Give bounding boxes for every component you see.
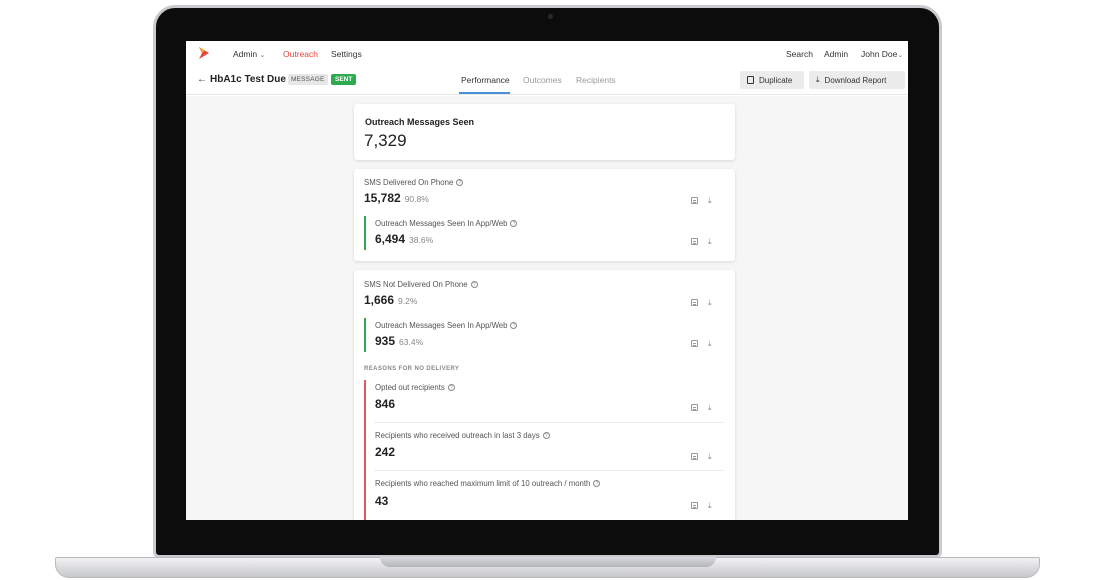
table-icon[interactable] <box>691 502 698 509</box>
delivered-seen-value-row: 6,494 38.6% <box>375 232 433 246</box>
top-navigation: Admin ⌄ Outreach Settings Search Admin J… <box>186 41 908 66</box>
green-bar <box>364 216 366 250</box>
reason-label: Opted out recipients <box>375 383 445 392</box>
delivered-value: 15,782 <box>364 191 401 205</box>
delivered-label: SMS Delivered On Phone <box>364 178 454 187</box>
camera <box>548 14 553 19</box>
active-tab-indicator <box>459 92 510 94</box>
reason-label: Recipients who received outreach in last… <box>375 431 540 440</box>
reason-value: 43 <box>375 494 389 508</box>
delivered-seen-actions: ⤓ <box>691 238 712 246</box>
download-icon[interactable]: ⤓ <box>708 299 712 307</box>
download-report-button[interactable]: ⤓ Download Report <box>809 71 905 89</box>
not-delivered-actions: ⤓ <box>691 299 712 307</box>
download-icon[interactable]: ⤓ <box>708 453 712 461</box>
reason-actions: ⤓ <box>691 453 712 461</box>
help-icon[interactable]: ? <box>593 480 601 488</box>
table-icon[interactable] <box>691 197 698 204</box>
app-screen: Admin ⌄ Outreach Settings Search Admin J… <box>186 41 908 520</box>
user-name: John Doe <box>861 49 898 59</box>
help-icon[interactable]: ? <box>447 384 455 392</box>
duplicate-icon <box>747 76 754 84</box>
reason-value: 242 <box>375 445 396 459</box>
delivered-percent: 90.8% <box>404 194 429 204</box>
table-icon[interactable] <box>691 453 698 460</box>
download-icon[interactable]: ⤓ <box>708 238 712 246</box>
laptop-notch <box>380 557 716 567</box>
type-badge: MESSAGE <box>288 74 328 85</box>
download-icon[interactable]: ⤓ <box>708 340 712 348</box>
chevron-down-icon: ⌄ <box>259 52 266 59</box>
table-icon[interactable] <box>691 404 698 411</box>
not-delivered-percent: 9.2% <box>398 296 418 306</box>
not-delivered-seen-label-row: Outreach Messages Seen In App/Web? <box>375 321 518 330</box>
not-delivered-value-row: 1,666 9.2% <box>364 293 417 307</box>
not-delivered-value: 1,666 <box>364 293 395 307</box>
download-icon[interactable]: ⤓ <box>708 404 712 412</box>
download-icon: ⤓ <box>816 75 820 84</box>
delivered-seen-label: Outreach Messages Seen In App/Web <box>375 219 508 228</box>
help-icon[interactable]: ? <box>542 432 550 440</box>
back-arrow-icon[interactable]: ← <box>197 74 207 85</box>
reasons-heading: REASONS FOR NO DELIVERY <box>364 366 460 372</box>
page-title: HbA1c Test Due <box>210 74 286 85</box>
not-delivered-card: SMS Not Delivered On Phone? 1,666 9.2% ⤓ … <box>354 270 735 520</box>
not-delivered-seen-percent: 63.4% <box>399 337 424 347</box>
nav-admin-menu[interactable]: Admin ⌄ <box>233 49 265 59</box>
reason-label-row: Opted out recipients? <box>375 383 455 392</box>
tab-outcomes[interactable]: Outcomes <box>523 75 562 85</box>
nav-admin[interactable]: Admin <box>824 49 848 59</box>
reason-actions: ⤓ <box>691 502 712 510</box>
summary-value: 7,329 <box>364 131 407 150</box>
duplicate-button[interactable]: Duplicate <box>740 71 804 89</box>
user-menu[interactable]: John Doe⌄ <box>861 49 903 59</box>
reason-label-row: Recipients who reached maximum limit of … <box>375 479 601 488</box>
download-icon[interactable]: ⤓ <box>708 502 712 510</box>
delivered-seen-percent: 38.6% <box>409 235 434 245</box>
delivered-actions: ⤓ <box>691 197 712 205</box>
brand-logo-icon[interactable] <box>199 47 209 59</box>
red-bar <box>364 380 366 520</box>
reason-label-row: Recipients who received outreach in last… <box>375 431 550 440</box>
nav-settings[interactable]: Settings <box>331 49 362 59</box>
download-label: Download Report <box>824 75 887 85</box>
not-delivered-seen-value: 935 <box>375 334 396 348</box>
chevron-down-icon: ⌄ <box>897 52 904 59</box>
table-icon[interactable] <box>691 238 698 245</box>
nav-outreach[interactable]: Outreach <box>283 49 318 59</box>
help-icon[interactable]: ? <box>510 220 518 228</box>
not-delivered-label-row: SMS Not Delivered On Phone? <box>364 280 478 289</box>
download-icon[interactable]: ⤓ <box>708 197 712 205</box>
divider <box>374 470 724 471</box>
not-delivered-seen-label: Outreach Messages Seen In App/Web <box>375 321 508 330</box>
delivered-value-row: 15,782 90.8% <box>364 191 429 205</box>
table-icon[interactable] <box>691 340 698 347</box>
nav-admin-label: Admin <box>233 49 258 59</box>
delivered-seen-value: 6,494 <box>375 232 406 246</box>
delivered-seen-label-row: Outreach Messages Seen In App/Web? <box>375 219 518 228</box>
page-header: ← HbA1c Test Due MESSAGE SENT Performanc… <box>186 66 908 95</box>
nav-search[interactable]: Search <box>786 49 813 59</box>
delivered-card: SMS Delivered On Phone? 15,782 90.8% ⤓ Ou… <box>354 169 735 261</box>
reason-actions: ⤓ <box>691 404 712 412</box>
help-icon[interactable]: ? <box>456 179 464 187</box>
duplicate-label: Duplicate <box>759 75 793 85</box>
reason-value: 846 <box>375 397 396 411</box>
help-icon[interactable]: ? <box>510 322 518 330</box>
delivered-label-row: SMS Delivered On Phone? <box>364 178 464 187</box>
not-delivered-seen-value-row: 935 63.4% <box>375 334 423 348</box>
table-icon[interactable] <box>691 299 698 306</box>
green-bar <box>364 318 366 352</box>
help-icon[interactable]: ? <box>470 281 478 289</box>
reason-label: Recipients who reached maximum limit of … <box>375 479 591 488</box>
divider <box>374 422 724 423</box>
tab-recipients[interactable]: Recipients <box>576 75 616 85</box>
main-content: Outreach Messages Seen 7,329 SMS Deliver… <box>186 96 908 520</box>
not-delivered-seen-actions: ⤓ <box>691 340 712 348</box>
status-badge: SENT <box>331 74 357 85</box>
tab-performance[interactable]: Performance <box>461 75 510 85</box>
summary-card: Outreach Messages Seen 7,329 <box>354 104 735 160</box>
not-delivered-label: SMS Not Delivered On Phone <box>364 280 468 289</box>
summary-title: Outreach Messages Seen <box>365 117 475 127</box>
